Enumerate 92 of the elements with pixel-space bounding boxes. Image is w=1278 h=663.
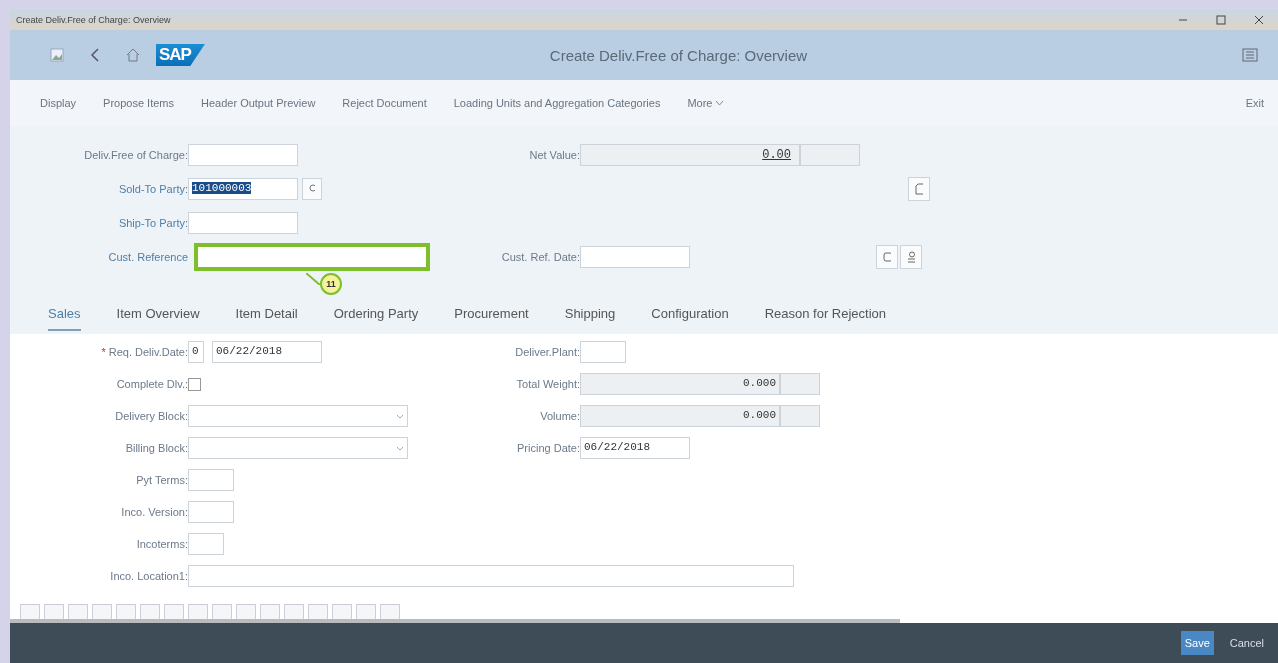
checkbox[interactable]: [188, 377, 201, 391]
toolbar-icon[interactable]: [188, 604, 208, 619]
readonly-field: 0.000: [580, 373, 780, 395]
date-field[interactable]: 06/22/2018: [580, 437, 690, 459]
tab[interactable]: Item Overview: [116, 297, 200, 331]
toolbar-icon[interactable]: [356, 604, 376, 619]
input-field[interactable]: [188, 565, 794, 587]
input-field[interactable]: [188, 469, 234, 491]
field-label: Inco. Location1:: [109, 570, 188, 582]
search-button[interactable]: [302, 178, 322, 200]
toolbar-icon[interactable]: [68, 604, 88, 619]
field-label: Delivery Block:: [114, 410, 188, 422]
net-value-field: 0.00: [580, 144, 800, 166]
caret-icon: [396, 413, 404, 419]
input-field[interactable]: [194, 243, 430, 271]
unit-field: [780, 373, 820, 395]
more-button[interactable]: More: [687, 97, 725, 109]
input-field[interactable]: [580, 341, 626, 363]
toolbar-icon[interactable]: [140, 604, 160, 619]
toolbar-icon[interactable]: [44, 604, 64, 619]
input-field[interactable]: [188, 212, 298, 234]
person-icon: [907, 251, 915, 263]
maximize-icon[interactable]: [1216, 15, 1226, 25]
toolbar-icon[interactable]: [92, 604, 112, 619]
save-button[interactable]: Save: [1180, 631, 1214, 655]
unit-field: [780, 405, 820, 427]
close-icon[interactable]: [1254, 15, 1264, 25]
field-label: Pyt Terms:: [135, 474, 188, 486]
toolbar-icon[interactable]: [380, 604, 400, 619]
logo[interactable]: SAP: [156, 44, 205, 66]
field-label: Volume:: [539, 410, 580, 422]
app-title: Create Deliv.Free of Charge: Overview: [548, 46, 809, 64]
tab[interactable]: Sales: [48, 297, 81, 331]
document-button[interactable]: [908, 177, 930, 201]
toolbar-button[interactable]: Loading Units and Aggregation Categories: [453, 97, 661, 109]
field-label: Billing Block:: [124, 442, 188, 454]
field-label: Net Value:: [528, 149, 580, 161]
toolbar-button[interactable]: Display: [40, 97, 77, 109]
field-label: * Req. Deliv.Date:: [100, 346, 188, 358]
input-field[interactable]: 101000003: [188, 178, 298, 200]
tab[interactable]: Shipping: [564, 297, 616, 331]
cancel-button[interactable]: Cancel: [1225, 631, 1268, 655]
toolbar-icon[interactable]: [236, 604, 256, 619]
readonly-field: 0.000: [580, 405, 780, 427]
step-badge: 11: [320, 273, 342, 295]
dropdown-field[interactable]: [188, 437, 408, 459]
back-icon[interactable]: [90, 48, 100, 62]
field-label: Deliver.Plant:: [514, 346, 580, 358]
dropdown-field[interactable]: [188, 405, 408, 427]
tab[interactable]: Configuration: [651, 297, 729, 331]
date-field[interactable]: [580, 246, 690, 268]
currency-field: [800, 144, 860, 166]
field-label: Sold-To Party:: [117, 183, 188, 195]
tab[interactable]: Reason for Rejection: [764, 297, 887, 331]
exit-button[interactable]: Exit: [1245, 97, 1264, 109]
input-field[interactable]: [188, 501, 234, 523]
toolbar-icon[interactable]: [260, 604, 280, 619]
toolbar-button[interactable]: Propose Items: [103, 97, 174, 109]
toolbar-icon[interactable]: [332, 604, 352, 619]
calendar-button[interactable]: [876, 245, 898, 269]
toolbar-icon[interactable]: [20, 604, 40, 619]
window-title: Create Deliv.Free of Charge: Overview: [16, 15, 172, 25]
field-label: Pricing Date:: [516, 442, 580, 454]
toolbar-icon[interactable]: [212, 604, 232, 619]
field-label: Deliv.Free of Charge:: [83, 149, 188, 161]
caret-icon: [396, 445, 404, 451]
toolbar-button[interactable]: Header Output Preview: [201, 97, 316, 109]
chevron-icon: [715, 100, 725, 106]
tab[interactable]: Procurement: [454, 297, 529, 331]
home-icon[interactable]: [126, 48, 140, 62]
input-field[interactable]: [188, 144, 298, 166]
toolbar-icon[interactable]: [308, 604, 328, 619]
field-label: Complete Dlv.:: [115, 378, 188, 390]
tab[interactable]: Ordering Party: [333, 297, 419, 331]
date-field[interactable]: 06/22/2018: [212, 341, 322, 363]
input-field[interactable]: 0: [188, 341, 204, 363]
field-label: Inco. Version:: [120, 506, 188, 518]
toolbar-button[interactable]: Reject Document: [342, 97, 427, 109]
broken-image-icon: [50, 48, 64, 62]
person-button[interactable]: [900, 245, 922, 269]
toolbar-icon[interactable]: [164, 604, 184, 619]
input-field[interactable]: [188, 533, 224, 555]
leader-line: [306, 273, 320, 285]
field-label: Total Weight:: [515, 378, 580, 390]
field-label: Cust. Ref. Date:: [500, 251, 580, 263]
field-label: Ship-To Party:: [117, 217, 188, 229]
tab[interactable]: Item Detail: [235, 297, 298, 331]
field-label: Cust. Reference: [107, 251, 188, 263]
field-label: Incoterms:: [135, 538, 188, 550]
toolbar-icon[interactable]: [284, 604, 304, 619]
menu-icon[interactable]: [1242, 48, 1258, 62]
toolbar-icon[interactable]: [116, 604, 136, 619]
